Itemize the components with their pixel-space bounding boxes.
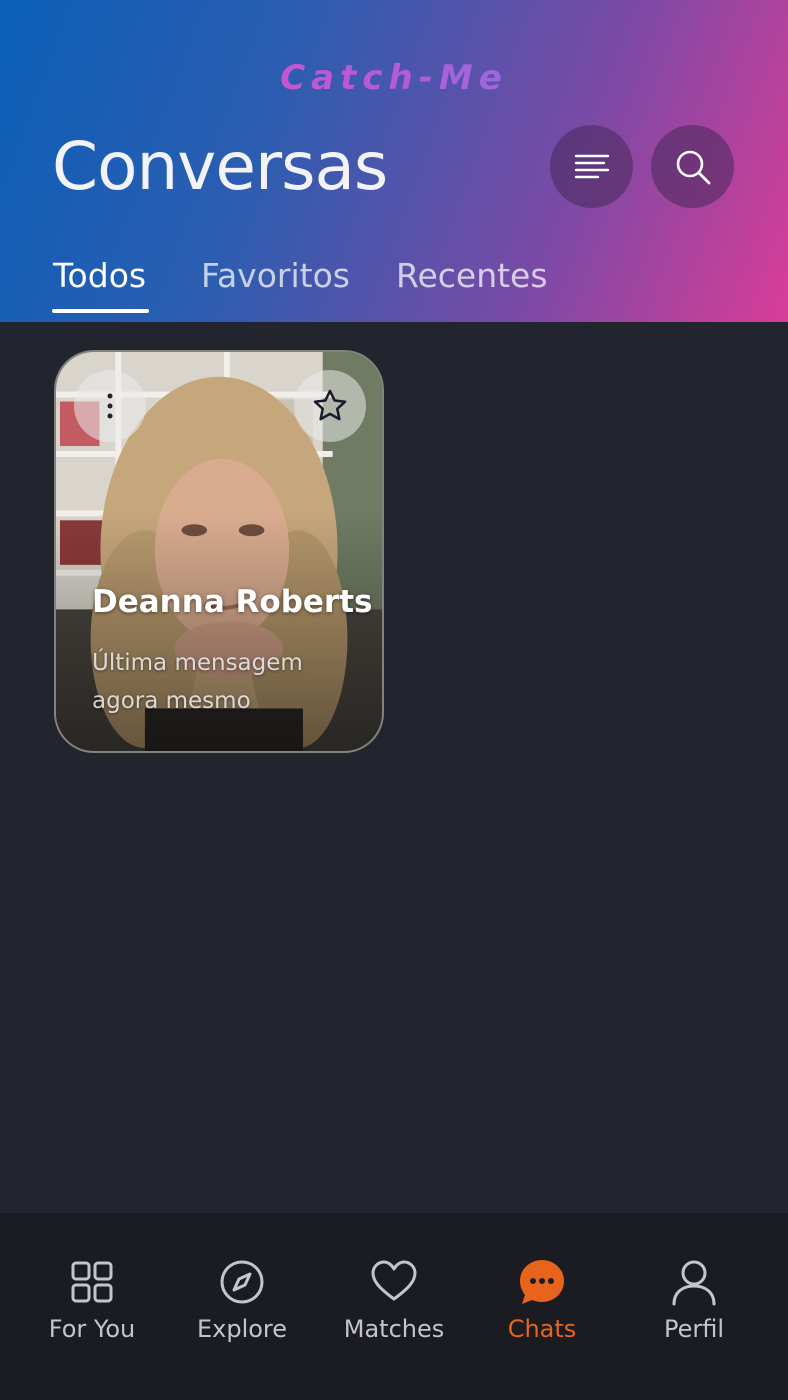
sort-lines-icon: [574, 154, 609, 178]
chat-card[interactable]: Deanna Roberts Última mensagem agora mes…: [54, 350, 384, 753]
search-button[interactable]: [651, 125, 734, 208]
favorite-button[interactable]: [294, 370, 366, 442]
star-outline-icon: [313, 389, 347, 421]
nav-chats[interactable]: Chats: [467, 1257, 617, 1343]
nav-perfil[interactable]: Perfil: [619, 1257, 769, 1343]
nav-matches[interactable]: Matches: [319, 1257, 469, 1343]
nav-label: Matches: [343, 1315, 445, 1343]
nav-label: Explore: [196, 1315, 288, 1343]
vertical-dots-icon: [107, 393, 113, 419]
nav-explore[interactable]: Explore: [167, 1257, 317, 1343]
search-icon: [676, 150, 710, 184]
nav-for-you[interactable]: For You: [17, 1257, 167, 1343]
nav-label: For You: [48, 1315, 136, 1343]
card-menu-button[interactable]: [74, 370, 146, 442]
nav-label: Perfil: [663, 1315, 725, 1343]
last-message-preview: Última mensagem agora mesmo: [92, 650, 303, 714]
tab-bar: Todos Favoritos Recentes: [0, 248, 788, 322]
nav-label: Chats: [507, 1315, 577, 1343]
tab-favoritos[interactable]: Favoritos: [201, 256, 350, 295]
bottom-navigation: For You Explore Matches Chats Perfil: [0, 1213, 788, 1400]
compass-icon: [220, 1260, 264, 1304]
sort-button[interactable]: [550, 125, 633, 208]
tab-recentes[interactable]: Recentes: [396, 256, 548, 295]
header: Catch-Me Conversas Todos Favoritos Recen…: [0, 0, 788, 322]
contact-name: Deanna Roberts: [92, 584, 373, 620]
active-tab-indicator: [52, 309, 149, 313]
app-logo: Catch-Me: [0, 58, 788, 98]
heart-icon: [371, 1260, 417, 1301]
chat-bubble-icon: [520, 1260, 564, 1304]
user-icon: [672, 1260, 716, 1306]
tab-todos[interactable]: Todos: [53, 256, 146, 295]
grid-icon: [71, 1261, 113, 1303]
page-title: Conversas: [52, 128, 388, 205]
